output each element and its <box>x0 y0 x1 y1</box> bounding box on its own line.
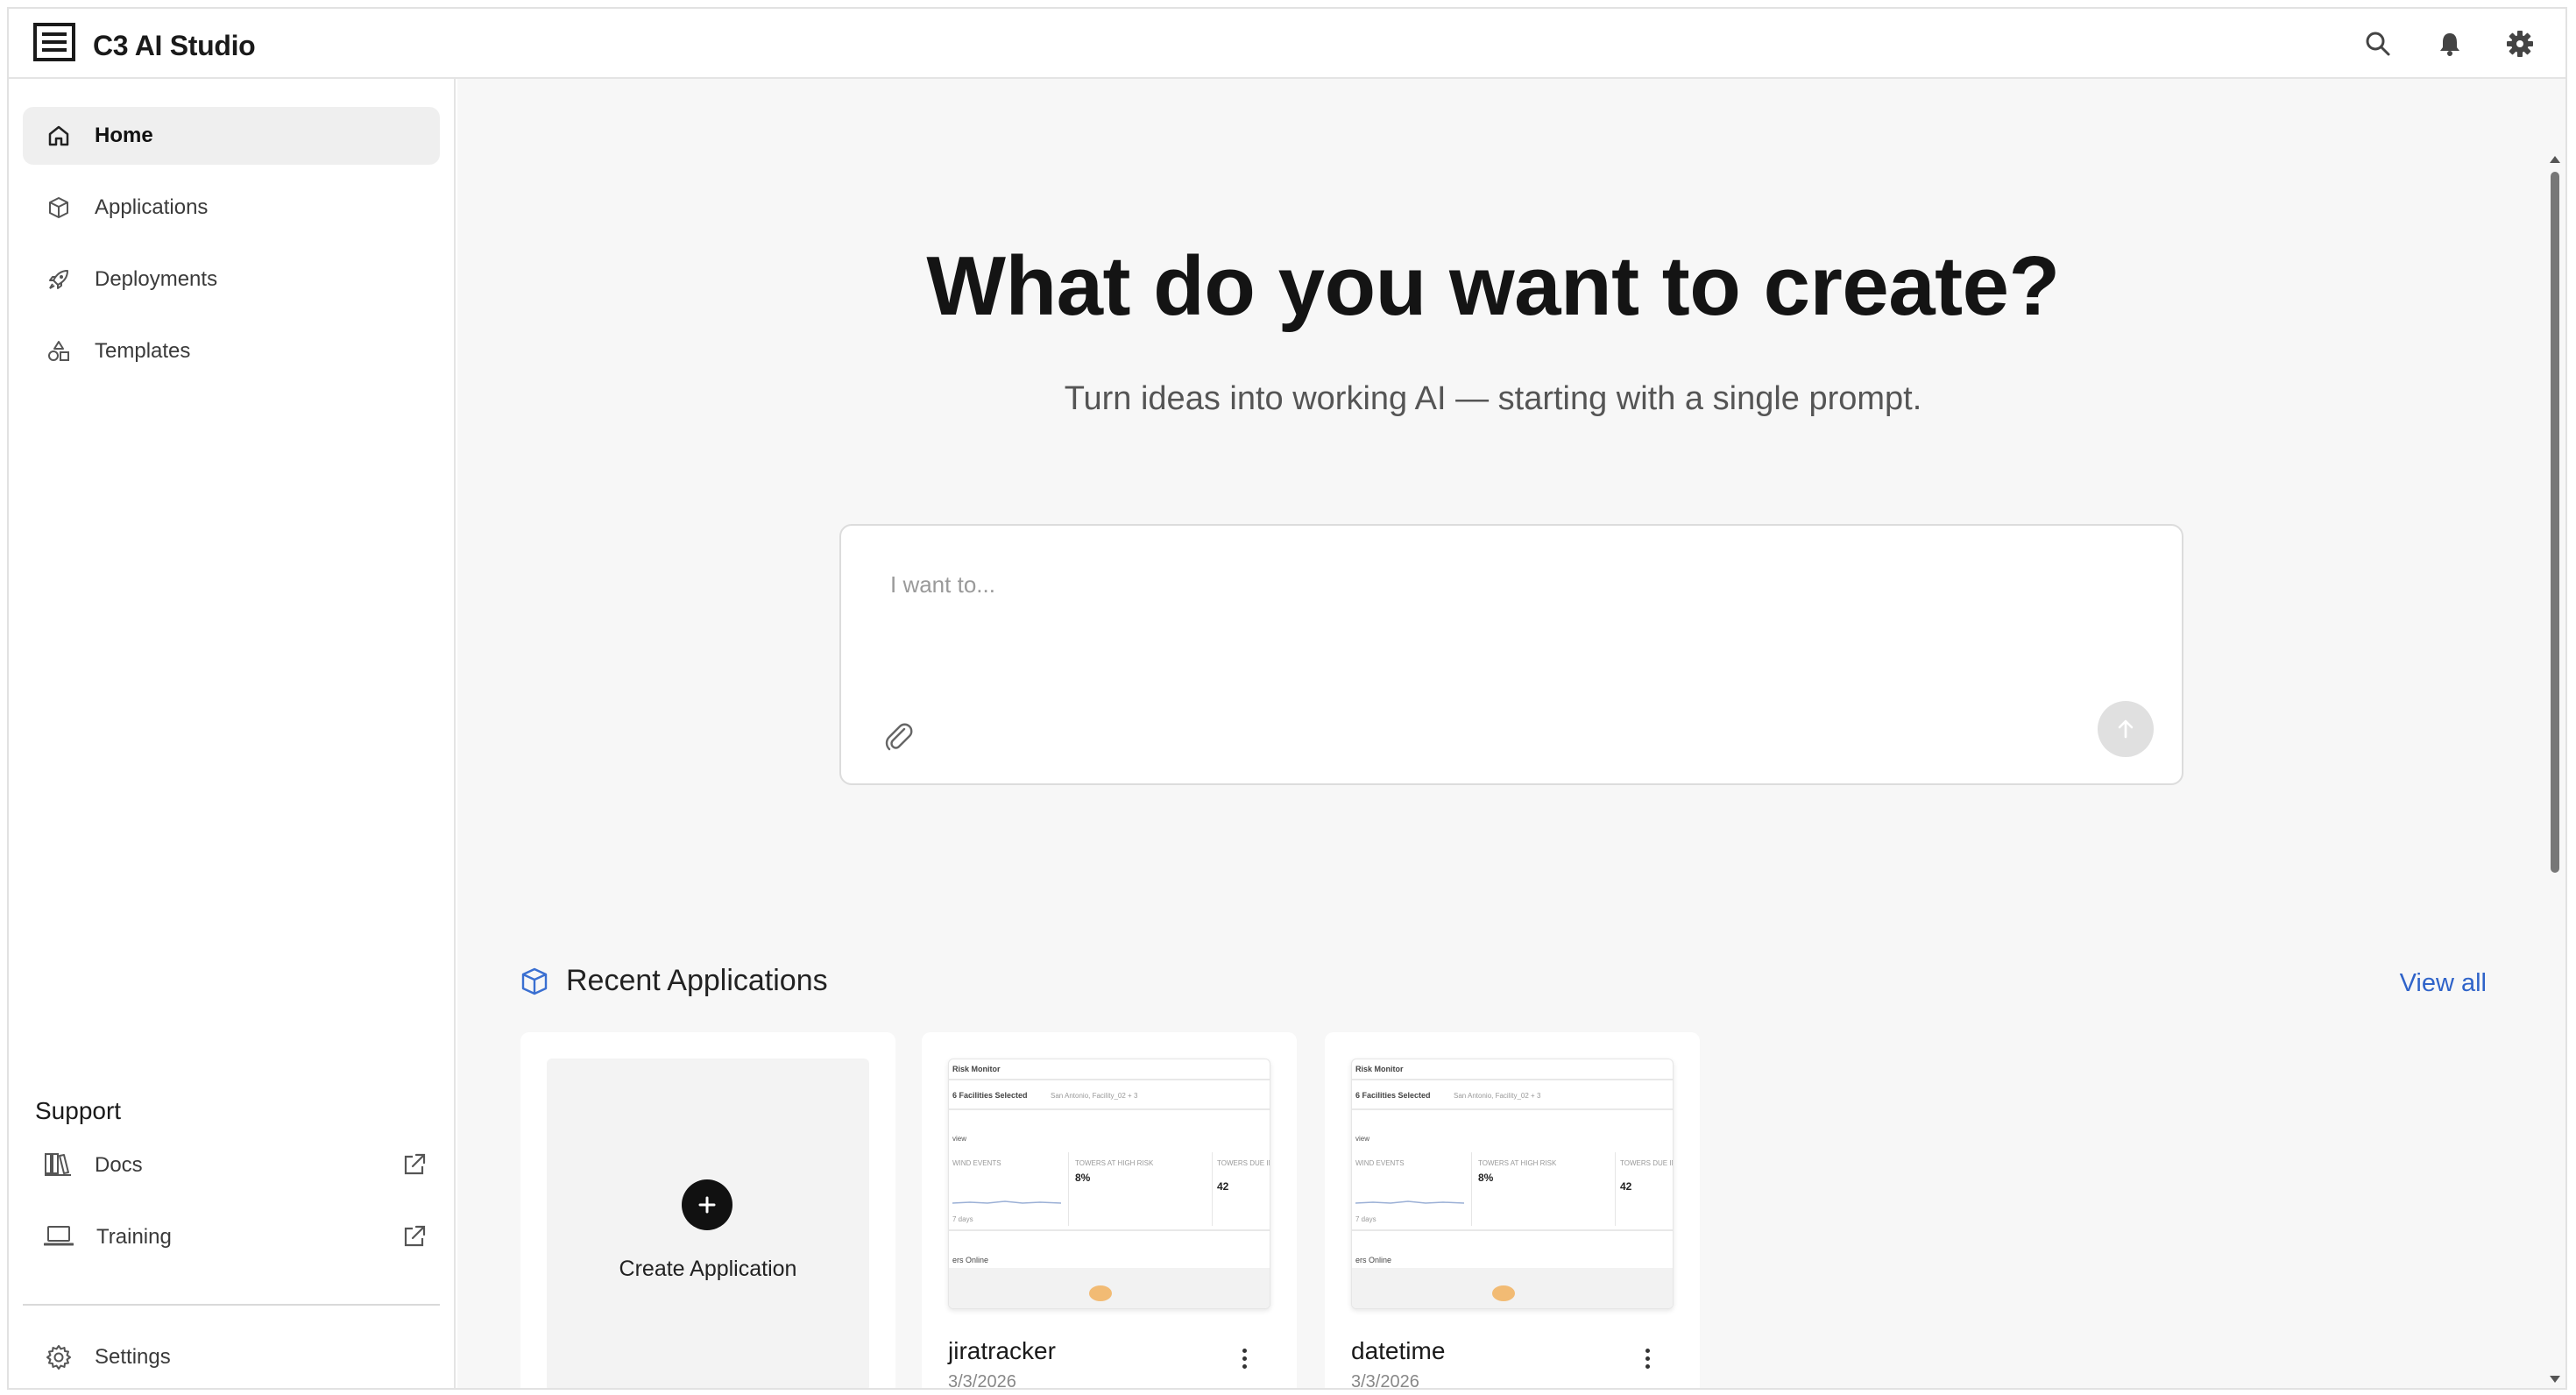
search-icon[interactable] <box>2362 28 2394 60</box>
main-content: What do you want to create? Turn ideas i… <box>457 79 2565 1388</box>
scroll-thumb[interactable] <box>2551 172 2559 873</box>
prompt-input[interactable] <box>890 563 2029 606</box>
create-application-button[interactable]: Create Application <box>547 1059 869 1388</box>
map-preview <box>949 1268 1270 1308</box>
app-name[interactable]: jiratracker <box>948 1337 1056 1365</box>
recent-applications-header: Recent Applications <box>519 964 828 998</box>
external-link-icon <box>401 1151 429 1179</box>
create-application-label: Create Application <box>619 1257 797 1281</box>
map-preview <box>1352 1268 1673 1308</box>
view-all-link[interactable]: View all <box>2400 969 2487 998</box>
paperclip-icon[interactable] <box>881 720 920 759</box>
page-title: What do you want to create? <box>926 239 2060 333</box>
sidebar-item-home[interactable]: Home <box>23 107 440 165</box>
prompt-box <box>839 524 2183 785</box>
more-options-icon[interactable] <box>1638 1342 1656 1374</box>
sidebar: Home Applications Deployments Templates … <box>9 79 456 1388</box>
support-item-docs[interactable]: Docs <box>44 1139 429 1192</box>
c3-logo-icon[interactable] <box>33 23 75 61</box>
sidebar-item-label: Templates <box>95 339 191 363</box>
app-title: C3 AI Studio <box>93 30 256 61</box>
sidebar-item-label: Home <box>95 124 153 147</box>
rocket-icon <box>46 266 72 293</box>
plus-icon <box>682 1179 732 1230</box>
support-item-label: Training <box>96 1225 172 1249</box>
sidebar-item-templates[interactable]: Templates <box>23 322 440 380</box>
books-icon <box>44 1151 72 1181</box>
recent-applications-title: Recent Applications <box>566 964 828 997</box>
app-date: 3/3/2026 <box>1351 1372 1419 1390</box>
vertical-scrollbar[interactable] <box>2544 149 2565 1388</box>
cube-icon <box>521 967 548 995</box>
sidebar-item-deployments[interactable]: Deployments <box>23 251 440 308</box>
sidebar-item-settings[interactable]: Settings <box>23 1328 440 1386</box>
more-options-icon[interactable] <box>1235 1342 1253 1374</box>
cube-icon <box>46 195 72 221</box>
app-thumbnail: Risk Monitor 6 Facilities Selected San A… <box>948 1059 1270 1309</box>
scroll-up-arrow[interactable] <box>2550 156 2560 163</box>
gear-icon <box>46 1344 72 1370</box>
app-name[interactable]: datetime <box>1351 1337 1445 1365</box>
app-date: 3/3/2026 <box>948 1372 1016 1390</box>
shapes-icon <box>46 338 72 365</box>
sidebar-item-applications[interactable]: Applications <box>23 179 440 237</box>
app-thumbnail: Risk Monitor 6 Facilities Selected San A… <box>1351 1059 1674 1309</box>
sidebar-item-label: Applications <box>95 195 209 219</box>
laptop-icon <box>43 1223 74 1252</box>
sidebar-item-label: Deployments <box>95 267 218 291</box>
top-bar: C3 AI Studio <box>9 9 2565 79</box>
support-item-training[interactable]: Training <box>43 1211 429 1264</box>
sidebar-divider <box>23 1304 440 1306</box>
create-application-card: Create Application <box>520 1032 895 1388</box>
app-window: C3 AI Studio Home Applications Deploymen… <box>7 7 2567 1390</box>
sidebar-item-label: Settings <box>95 1345 171 1369</box>
page-subtitle: Turn ideas into working AI — starting wi… <box>1064 380 1922 417</box>
gear-icon[interactable] <box>2504 28 2536 60</box>
arrow-up-icon <box>2118 719 2134 739</box>
support-heading: Support <box>35 1097 122 1124</box>
support-item-label: Docs <box>95 1153 143 1177</box>
app-card-datetime[interactable]: Risk Monitor 6 Facilities Selected San A… <box>1325 1032 1700 1390</box>
external-link-icon <box>401 1223 429 1251</box>
home-icon <box>46 123 72 149</box>
scroll-down-arrow[interactable] <box>2550 1376 2560 1383</box>
send-button[interactable] <box>2098 701 2154 757</box>
bell-icon[interactable] <box>2434 28 2466 60</box>
app-card-jiratracker[interactable]: Risk Monitor 6 Facilities Selected San A… <box>922 1032 1297 1390</box>
